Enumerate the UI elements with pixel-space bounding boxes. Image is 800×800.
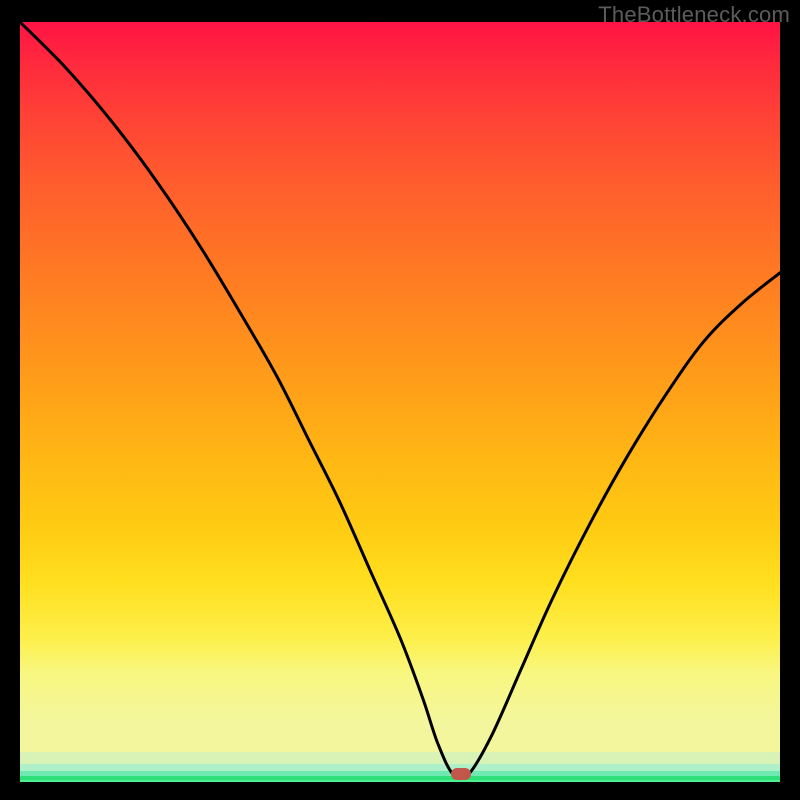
optimal-point-marker [451,768,471,780]
bottleneck-curve [20,22,780,782]
watermark-text: TheBottleneck.com [598,2,790,28]
chart-frame: TheBottleneck.com [0,0,800,800]
plot-area [20,22,780,782]
